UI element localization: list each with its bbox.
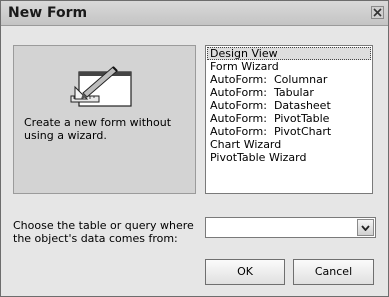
list-item[interactable]: AutoForm: PivotChart — [207, 125, 371, 138]
preview-panel: Create a new form without using a wizard… — [13, 45, 196, 194]
list-item[interactable]: AutoForm: Columnar — [207, 73, 371, 86]
list-item[interactable]: Form Wizard — [207, 60, 371, 73]
list-item[interactable]: Design View — [207, 47, 371, 60]
preview-description: Create a new form without using a wizard… — [24, 116, 172, 142]
list-item[interactable]: Chart Wizard — [207, 138, 371, 151]
close-icon — [373, 8, 382, 17]
source-dropdown-button[interactable] — [357, 219, 374, 236]
form-type-list[interactable]: Design View Form Wizard AutoForm: Columnar… — [205, 45, 373, 194]
source-label: Choose the table or query where the obje… — [13, 219, 194, 245]
cancel-button[interactable]: Cancel — [293, 259, 374, 285]
title-bar[interactable]: New Form — [1, 1, 388, 26]
list-item[interactable]: PivotTable Wizard — [207, 151, 371, 164]
list-item[interactable]: AutoForm: Tabular — [207, 86, 371, 99]
list-item[interactable]: AutoForm: PivotTable — [207, 112, 371, 125]
dialog-title: New Form — [8, 5, 88, 21]
ok-button[interactable]: OK — [205, 259, 285, 285]
form-ruler-icon — [70, 66, 132, 107]
close-button[interactable] — [371, 6, 384, 19]
source-combo[interactable] — [205, 217, 376, 238]
new-form-dialog: New Form Create a new form without using… — [0, 0, 389, 297]
chevron-down-icon — [361, 225, 370, 231]
list-item[interactable]: AutoForm: Datasheet — [207, 99, 371, 112]
